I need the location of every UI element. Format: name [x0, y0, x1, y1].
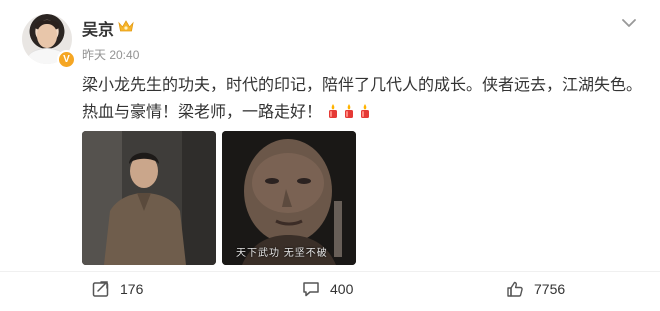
action-bar: 176 400 7756 — [0, 271, 660, 306]
repost-icon — [92, 281, 109, 297]
candle-icon — [361, 104, 370, 118]
comment-icon — [303, 282, 319, 297]
comment-button[interactable]: 400 — [302, 278, 353, 300]
post-image-1[interactable] — [82, 131, 216, 265]
man-in-robe-image — [82, 131, 216, 265]
like-count: 7756 — [534, 281, 566, 297]
weibo-post-card: V 吴京 昨天 20:40 梁小龙先生的功夫，时代的印记，陪伴了几代人的成长。侠… — [0, 0, 660, 311]
username[interactable]: 吴京 — [82, 16, 114, 40]
repost-button[interactable]: 176 — [92, 278, 143, 300]
thumbs-up-icon — [507, 281, 523, 297]
post-image-2[interactable]: 天下武功 无坚不破 — [222, 131, 356, 265]
verified-badge-icon: V — [57, 50, 76, 69]
post-timestamp[interactable]: 昨天 20:40 — [82, 46, 139, 63]
chevron-down-icon[interactable] — [620, 16, 638, 30]
avatar-face — [37, 24, 57, 48]
comment-count: 400 — [330, 281, 354, 297]
image-subtitle: 天下武功 无坚不破 — [236, 248, 328, 259]
candle-icon — [345, 104, 354, 118]
candle-icon — [329, 104, 338, 118]
like-button[interactable]: 7756 — [506, 278, 565, 300]
vip-crown-icon[interactable] — [118, 19, 134, 33]
repost-count: 176 — [120, 281, 144, 297]
post-body: 梁小龙先生的功夫，时代的印记，陪伴了几代人的成长。侠者远去，江湖失色。热血与豪情… — [82, 72, 642, 126]
user-avatar[interactable]: V — [22, 14, 76, 69]
